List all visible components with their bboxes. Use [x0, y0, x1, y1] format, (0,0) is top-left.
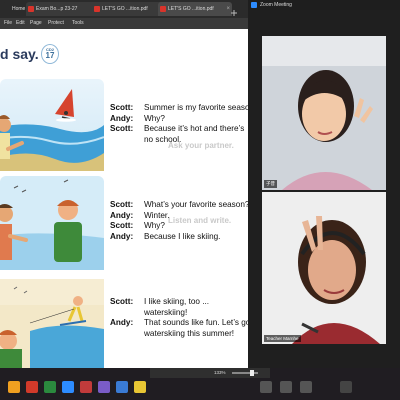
clock-area[interactable]	[340, 381, 352, 393]
dialog-line: Andy: Winter.	[110, 211, 248, 222]
dialog-line: Scott: I like skiing, too ...	[110, 297, 248, 308]
zoom-slider[interactable]	[232, 372, 258, 374]
dialog-line: Andy: That sounds like fun. Let’s go	[110, 318, 248, 329]
system-tray-icon[interactable]	[280, 381, 292, 393]
plus-icon	[231, 10, 237, 16]
system-tray-icon[interactable]	[300, 381, 312, 393]
dialog-line: Scott: Summer is my favorite season.	[110, 103, 248, 114]
zoom-taskbar-icon[interactable]	[62, 381, 74, 393]
illustration-water-skiing	[0, 279, 104, 368]
file-explorer-icon[interactable]	[8, 381, 20, 393]
participant-1-video-frame	[262, 36, 386, 190]
pdf-menu-bar: File Edit Page Protect Tools	[0, 18, 248, 29]
participant-video-2[interactable]: Teacher Marnhe	[262, 192, 386, 344]
chrome-icon[interactable]	[44, 381, 56, 393]
dialog-text: Why?	[144, 221, 165, 230]
zoom-slider-thumb[interactable]	[250, 370, 254, 376]
dialog-line: Andy: Because I like skiing.	[110, 232, 248, 243]
dialog-text: That sounds like fun. Let’s go	[144, 318, 248, 327]
pdf-page[interactable]: d say. CD2 17 Ask your partner. Listen a…	[0, 29, 248, 368]
dialog-line: waterskiing this summer!	[110, 329, 248, 340]
dialog-line: Andy: Why?	[110, 114, 248, 125]
dialog-text: Winter.	[144, 210, 170, 220]
dialog-text: What’s your favorite season?	[144, 200, 248, 209]
app-taskbar-icon[interactable]	[116, 381, 128, 393]
cd-track-badge: CD2 17	[41, 44, 59, 64]
speaker-label: Andy:	[110, 210, 134, 220]
dialog-line: Scott: What’s your favorite season?	[110, 200, 248, 211]
menu-edit[interactable]: Edit	[16, 20, 25, 26]
speaker-label: Andy:	[110, 318, 134, 327]
dialog-line: Scott: Why?	[110, 221, 248, 232]
dialog-text: waterskiing!	[144, 307, 188, 317]
tab-exam-book-label: Exam Bo...p 23-27	[36, 6, 78, 12]
menu-file[interactable]: File	[4, 20, 12, 26]
dialog-block-2: Scott: What’s your favorite season? Andy:…	[110, 200, 248, 242]
pdf-tab-bar: Home Exam Bo...p 23-27 × LET'S GO ...iti…	[0, 0, 248, 18]
tab-lets-go-2-label: LET'S GO ...ition.pdf	[168, 6, 214, 12]
pdf-file-icon	[160, 6, 166, 12]
participant-1-name: 子昔	[264, 180, 277, 188]
menu-page[interactable]: Page	[30, 20, 42, 26]
dialog-text: Summer is my favorite season.	[144, 103, 248, 112]
dialog-text: Because I like skiing.	[144, 231, 221, 241]
office-app-icon[interactable]	[26, 381, 38, 393]
speaker-label: Andy:	[110, 113, 134, 123]
dialog-text: Why?	[144, 113, 165, 123]
new-tab-button[interactable]	[230, 4, 238, 16]
dialog-block-1: Scott: Summer is my favorite season. Andy…	[110, 103, 248, 145]
system-tray-icon[interactable]	[260, 381, 272, 393]
zoom-app-icon	[251, 2, 257, 8]
illustration-beach-windsurf	[0, 79, 104, 171]
zoom-video-area: 子昔 Teacher Marnhe	[248, 10, 400, 368]
speaker-label: Scott:	[110, 221, 134, 230]
participant-2-name: Teacher Marnhe	[264, 335, 301, 342]
tab-home-label: Home	[12, 6, 26, 12]
pdf-reader-taskbar-icon[interactable]	[80, 381, 92, 393]
pdf-file-icon	[94, 6, 100, 12]
tab-lets-go-2[interactable]: LET'S GO ...ition.pdf ×	[158, 2, 232, 16]
participant-video-1[interactable]: 子昔	[262, 36, 386, 190]
app-taskbar-icon[interactable]	[98, 381, 110, 393]
tab-lets-go-1[interactable]: LET'S GO ...ition.pdf ×	[92, 2, 166, 16]
pdf-bottom-toolbar: 133%	[150, 368, 270, 378]
speaker-label: Scott:	[110, 297, 134, 306]
dialog-line: waterskiing!	[110, 308, 248, 319]
participant-2-video-frame	[262, 192, 386, 344]
menu-protect[interactable]: Protect	[48, 20, 64, 26]
menu-tools[interactable]: Tools	[72, 20, 84, 26]
dialog-text: no school.	[144, 134, 182, 144]
speaker-label: Scott:	[110, 124, 134, 133]
speaker-label: Scott:	[110, 103, 134, 112]
zoom-window-title: Zoom Meeting	[260, 2, 292, 8]
dialog-text: I like skiing, too ...	[144, 297, 210, 306]
app-taskbar-icon[interactable]	[134, 381, 146, 393]
zoom-level-value[interactable]: 133%	[214, 370, 226, 375]
dialog-text: Because it’s hot and there’s	[144, 124, 245, 133]
illustration-two-boys	[0, 176, 104, 270]
pdf-file-icon	[28, 6, 34, 12]
dialog-line: Scott: Because it’s hot and there’s	[110, 124, 248, 135]
speaker-label: Andy:	[110, 231, 134, 241]
zoom-title-bar: Zoom Meeting	[248, 0, 400, 10]
tab-lets-go-1-label: LET'S GO ...ition.pdf	[102, 6, 148, 12]
dialog-line: no school.	[110, 135, 248, 146]
speaker-label: Scott:	[110, 200, 134, 209]
dialog-block-3: Scott: I like skiing, too ... waterskiing…	[110, 297, 248, 339]
dialog-text: waterskiing this summer!	[144, 328, 235, 338]
page-heading: d say.	[0, 46, 39, 62]
cd-badge-number: 17	[45, 51, 55, 60]
tab-exam-book[interactable]: Exam Bo...p 23-27 ×	[26, 2, 100, 16]
